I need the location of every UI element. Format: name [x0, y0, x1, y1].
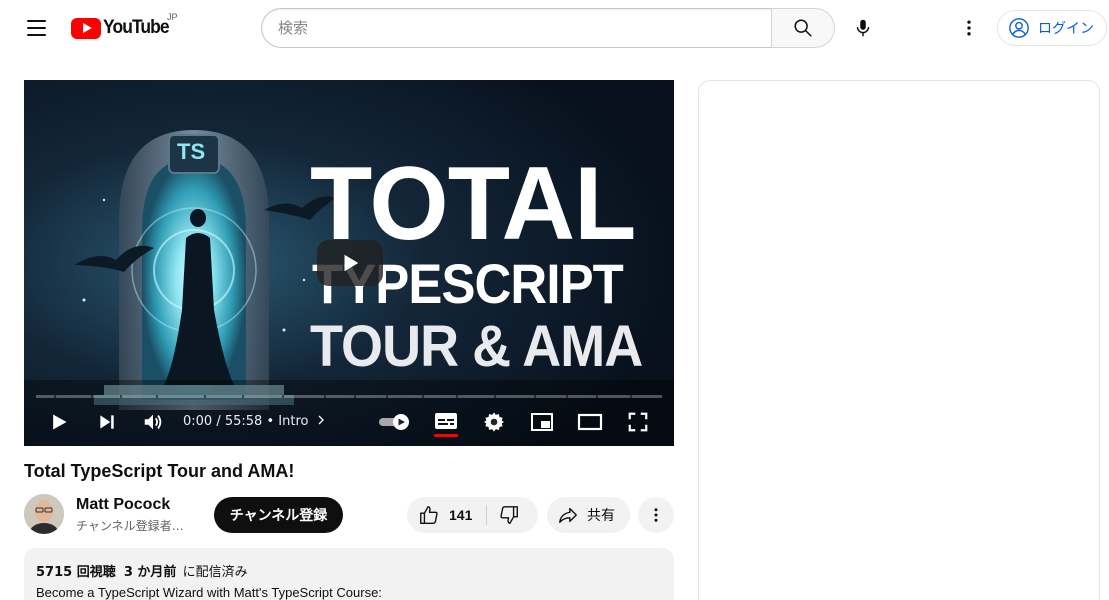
subscriber-count: チャンネル登録者… — [76, 519, 184, 533]
publish-date: 3 か月前 — [123, 565, 177, 580]
captions-active-indicator — [434, 434, 458, 437]
play-icon — [53, 414, 67, 430]
login-label: ログイン — [1038, 21, 1094, 37]
share-label: 共有 — [587, 508, 615, 524]
theater-icon — [577, 413, 603, 431]
fullscreen-button[interactable] — [622, 402, 654, 442]
logo-text: YouTube — [103, 17, 170, 38]
like-dislike-group: 141 — [407, 497, 538, 533]
settings-menu-button[interactable] — [949, 8, 989, 48]
captions-icon — [435, 413, 457, 429]
chapter-title: Intro — [278, 414, 309, 429]
miniplayer-icon — [531, 413, 553, 431]
account-icon — [1009, 18, 1029, 38]
search-input[interactable] — [261, 8, 772, 48]
description-text: Become a TypeScript Wizard with Matt's T… — [36, 585, 382, 600]
video-title: Total TypeScript Tour and AMA! — [24, 461, 295, 481]
miniplayer-button[interactable] — [526, 402, 558, 442]
channel-name[interactable]: Matt Pocock — [76, 496, 170, 514]
current-time: 0:00 — [183, 414, 213, 429]
publish-suffix: に配信済み — [182, 565, 248, 580]
like-count: 141 — [449, 507, 473, 523]
large-play-button[interactable] — [317, 240, 383, 286]
duration: 55:58 — [224, 414, 263, 429]
mic-icon — [856, 19, 870, 37]
settings-button[interactable] — [478, 402, 510, 442]
masthead: YouTube JP ログイン — [0, 0, 1109, 56]
video-player[interactable]: TS TOTAL TYPESCRIPT TOUR & AMA 0:00 / 55… — [24, 80, 674, 446]
autoplay-toggle-icon — [379, 414, 409, 430]
description-box[interactable]: 5715 回視聴 3 か月前 に配信済み Become a TypeScript… — [24, 548, 674, 600]
play-icon — [344, 254, 359, 272]
volume-button[interactable] — [138, 402, 168, 442]
voice-search-button[interactable] — [843, 8, 883, 48]
progress-bar[interactable] — [36, 395, 662, 398]
secondary-panel — [698, 80, 1100, 600]
next-button[interactable] — [92, 402, 122, 442]
dislike-button[interactable] — [487, 497, 538, 533]
settings-icon — [483, 412, 505, 432]
youtube-logo-icon — [71, 17, 101, 39]
more-vert-icon — [654, 508, 658, 522]
time-display[interactable]: 0:00 / 55:58 • Intro — [183, 414, 327, 429]
thumbnail-title-line3: TOUR & AMA — [310, 314, 643, 379]
like-button[interactable]: 141 — [407, 497, 486, 533]
more-actions-button[interactable] — [638, 497, 674, 533]
view-count: 5715 回視聴 — [36, 565, 116, 580]
like-icon — [420, 506, 438, 524]
play-button[interactable] — [44, 402, 74, 442]
description-meta: 5715 回視聴 3 か月前 に配信済み — [36, 561, 662, 580]
menu-icon[interactable] — [16, 8, 56, 48]
avatar[interactable] — [24, 494, 64, 534]
autoplay-toggle[interactable] — [378, 402, 412, 442]
more-vert-icon — [967, 20, 971, 36]
fullscreen-icon — [628, 412, 648, 432]
next-icon — [100, 415, 114, 429]
youtube-logo[interactable]: YouTube — [71, 17, 174, 39]
chevron-right-icon — [318, 415, 324, 425]
volume-icon — [144, 414, 162, 430]
login-button[interactable]: ログイン — [997, 10, 1107, 46]
search-button[interactable] — [771, 8, 835, 48]
search-icon — [794, 19, 812, 37]
player-controls: 0:00 / 55:58 • Intro — [24, 402, 674, 446]
share-button[interactable]: 共有 — [547, 497, 630, 533]
channel-avatar-image — [24, 494, 64, 534]
theater-mode-button[interactable] — [574, 402, 606, 442]
share-icon — [559, 507, 577, 524]
ts-badge: TS — [177, 139, 206, 164]
dislike-icon — [499, 506, 518, 524]
subscribe-button[interactable]: チャンネル登録 — [214, 497, 343, 533]
region-code: JP — [167, 12, 178, 22]
